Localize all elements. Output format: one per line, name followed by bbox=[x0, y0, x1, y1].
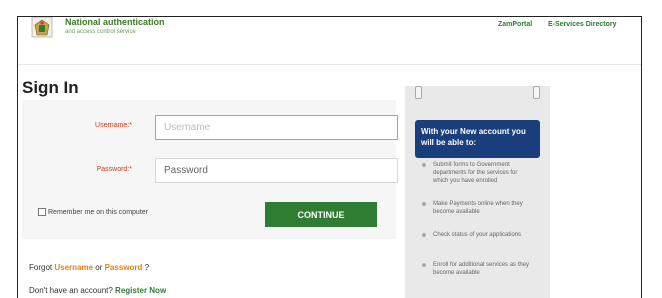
header-divider bbox=[18, 64, 641, 65]
forgot-credentials-line: Forgot Username or Password ? bbox=[29, 263, 149, 272]
password-label: Password:* bbox=[96, 166, 132, 173]
forgot-password-link[interactable]: Password bbox=[105, 263, 143, 272]
no-account-text: Don't have an account? bbox=[29, 286, 113, 295]
bullet-icon bbox=[422, 263, 426, 267]
bullet-icon bbox=[422, 202, 426, 206]
benefits-heading-box: With your New account you will be able t… bbox=[415, 120, 540, 158]
benefit-item: Make Payments online when they become av… bbox=[422, 200, 542, 216]
remember-me-label: Remember me on this computer bbox=[48, 208, 148, 216]
bullet-icon bbox=[422, 233, 426, 237]
benefit-text: Check status of your applications bbox=[433, 232, 522, 238]
username-input[interactable] bbox=[155, 115, 398, 140]
bullet-icon bbox=[422, 163, 426, 167]
forgot-prefix: Forgot bbox=[29, 263, 53, 272]
signin-form-panel: Username:* Password:* Remember me on thi… bbox=[22, 100, 398, 239]
forgot-or-text: or bbox=[95, 263, 103, 272]
benefit-text: Make Payments online when they become av… bbox=[433, 201, 523, 215]
benefit-item: Enroll for additional services as they b… bbox=[422, 261, 542, 277]
password-input[interactable] bbox=[155, 158, 398, 183]
username-label: Username:* bbox=[95, 122, 132, 129]
coat-of-arms-icon bbox=[31, 17, 53, 38]
continue-button[interactable]: CONTINUE bbox=[265, 202, 377, 227]
register-line: Don't have an account? Register Now bbox=[29, 286, 166, 295]
nav-eservices-directory-link[interactable]: E-Services Directory bbox=[548, 21, 616, 28]
benefit-text: Submit forms to Government departments f… bbox=[433, 162, 518, 184]
remember-me-option[interactable]: Remember me on this computer bbox=[38, 208, 148, 216]
benefit-item: Check status of your applications bbox=[422, 231, 542, 239]
benefit-item: Submit forms to Government departments f… bbox=[422, 161, 542, 185]
checkbox-icon[interactable] bbox=[38, 208, 46, 216]
page-title: Sign In bbox=[22, 78, 79, 97]
brand-title: National authentication bbox=[65, 17, 165, 27]
nav-zamportal-link[interactable]: ZamPortal bbox=[498, 21, 532, 28]
register-now-link[interactable]: Register Now bbox=[115, 286, 166, 295]
account-benefits-panel: With your New account you will be able t… bbox=[405, 86, 550, 298]
binder-clip-icon bbox=[415, 86, 422, 99]
forgot-suffix: ? bbox=[144, 263, 150, 272]
benefit-text: Enroll for additional services as they b… bbox=[433, 262, 530, 276]
benefits-heading: With your New account you will be able t… bbox=[421, 127, 526, 147]
brand-subtitle: and access control service bbox=[65, 29, 136, 35]
forgot-username-link[interactable]: Username bbox=[54, 263, 93, 272]
binder-clip-icon bbox=[533, 86, 540, 99]
header: National authentication and access contr… bbox=[18, 17, 641, 64]
